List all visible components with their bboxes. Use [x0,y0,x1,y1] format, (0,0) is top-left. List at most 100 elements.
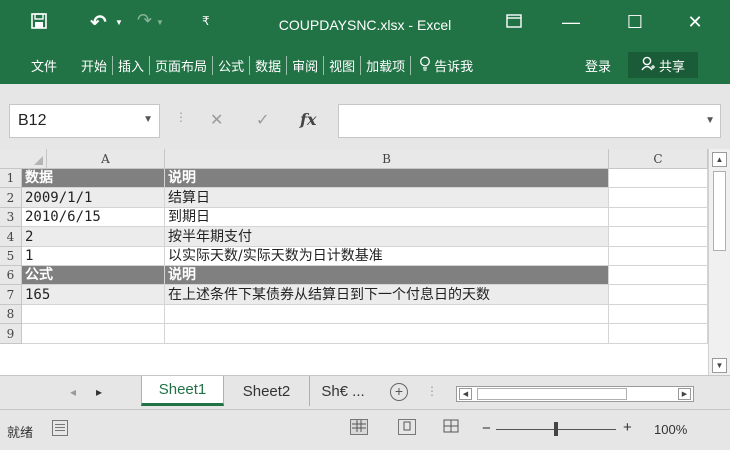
zoom-in-button[interactable]: + [623,419,632,436]
tell-me-box[interactable]: 告诉我 [419,56,473,75]
cell-a[interactable]: 165 [22,285,165,305]
tab-home[interactable]: 开始 [76,55,114,75]
cell-c[interactable] [609,305,708,324]
share-label: 共享 [658,58,685,74]
row-header[interactable]: 7 [0,285,22,305]
name-box-dropdown-icon[interactable]: ▼ [143,114,153,125]
normal-view-icon [352,420,366,432]
tab-add-ins[interactable]: 加载项 [361,55,412,75]
enter-button[interactable]: ✓ [256,110,269,130]
save-icon[interactable] [30,12,48,35]
formula-bar-dots-icon: ⋮ [175,110,187,124]
redo-dropdown-icon[interactable]: ▼ [156,18,164,27]
name-box[interactable]: B12 ▼ [9,104,160,138]
prev-sheet-icon[interactable]: ◂ [70,385,76,399]
row-header[interactable]: 8 [0,305,22,324]
scroll-down-icon[interactable]: ▼ [712,358,727,373]
login-link[interactable]: 登录 [585,56,611,75]
tell-me-label: 告诉我 [434,58,474,74]
tab-file[interactable]: 文件 [26,56,62,75]
cell-b[interactable]: 在上述条件下某债券从结算日到下一个付息日的天数 [165,285,609,305]
cell-a[interactable]: 2010/6/15 [22,208,165,227]
scroll-up-icon[interactable]: ▲ [712,152,727,167]
share-button[interactable]: 共享 [628,52,698,78]
cell-c[interactable] [609,208,708,227]
zoom-slider-thumb[interactable] [554,422,558,436]
cell-b[interactable] [165,324,609,344]
cell-a[interactable]: 公式 [22,266,165,285]
row-header[interactable]: 2 [0,188,22,208]
cell-b[interactable]: 按半年期支付 [165,227,609,247]
cell-a[interactable] [22,305,165,324]
cell-a[interactable]: 2 [22,227,165,247]
tab-split-handle-icon[interactable]: ⋮ [426,384,438,398]
tab-formulas[interactable]: 公式 [213,55,251,75]
ribbon-display-icon[interactable] [496,12,532,33]
cell-c[interactable] [609,324,708,344]
zoom-level[interactable]: 100% [654,422,687,437]
normal-view-button[interactable] [350,419,368,435]
cell-a[interactable] [22,324,165,344]
cell-c[interactable] [609,285,708,305]
sheet-tab-sheet2[interactable]: Sheet2 [224,376,310,406]
close-button[interactable]: ✕ [677,12,713,33]
zoom-out-button[interactable]: − [482,420,491,437]
tab-view[interactable]: 视图 [324,55,362,75]
column-header-c[interactable]: C [609,149,708,169]
cell-c[interactable] [609,188,708,208]
row-header[interactable]: 1 [0,169,22,188]
status-bar: 就绪 − + 100% [0,409,730,450]
page-layout-view-button[interactable] [398,419,416,435]
tab-review[interactable]: 审阅 [287,55,325,75]
expand-formula-icon[interactable]: ▼ [705,115,715,126]
vertical-scrollbar[interactable]: ▲ ▼ [708,149,730,375]
formula-input[interactable]: ▼ [338,104,721,138]
cell-b[interactable]: 说明 [165,169,609,188]
undo-dropdown-icon[interactable]: ▼ [115,18,123,27]
cell-c[interactable] [609,266,708,285]
tab-insert[interactable]: 插入 [113,55,151,75]
title-bar: ↶ ▼ ↷ ▼ ₹ COUPDAYSNC.xlsx - Excel — ☐ ✕ … [0,0,730,84]
cell-a[interactable]: 2009/1/1 [22,188,165,208]
cell-b[interactable]: 结算日 [165,188,609,208]
row-header[interactable]: 4 [0,227,22,247]
page-break-view-button[interactable] [442,419,460,435]
sheet-tab-more[interactable]: Sh€ ... [310,376,376,406]
column-header-a[interactable]: A [47,149,165,169]
add-sheet-button[interactable]: + [390,383,408,401]
sheet-tab-sheet1[interactable]: Sheet1 [141,376,224,406]
horizontal-scrollbar[interactable]: ◀ ▶ [456,386,694,402]
vertical-scroll-thumb[interactable] [713,171,726,251]
column-header-b[interactable]: B [165,149,609,169]
cell-a[interactable]: 数据 [22,169,165,188]
person-glyph [641,56,655,71]
row-header[interactable]: 9 [0,324,22,344]
horizontal-scroll-thumb[interactable] [477,388,627,400]
excel-window: ↶ ▼ ↷ ▼ ₹ COUPDAYSNC.xlsx - Excel — ☐ ✕ … [0,0,730,450]
redo-icon[interactable]: ↷ [137,10,152,31]
tab-data[interactable]: 数据 [250,55,288,75]
cell-b[interactable]: 以实际天数/实际天数为日计数基准 [165,247,609,266]
restore-button[interactable]: ☐ [617,12,653,33]
undo-icon[interactable]: ↶ [90,10,107,35]
minimize-button[interactable]: — [553,12,589,33]
cancel-button[interactable]: ✕ [210,110,223,130]
cell-c[interactable] [609,227,708,247]
row-header[interactable]: 5 [0,247,22,266]
cell-b[interactable]: 说明 [165,266,609,285]
row-header[interactable]: 3 [0,208,22,227]
next-sheet-icon[interactable]: ▸ [96,385,102,399]
cell-a[interactable]: 1 [22,247,165,266]
cell-b[interactable] [165,305,609,324]
select-all-corner[interactable] [0,149,47,169]
insert-function-button[interactable]: fx [300,110,316,129]
cell-b[interactable]: 到期日 [165,208,609,227]
scroll-left-icon[interactable]: ◀ [459,388,472,400]
spreadsheet-grid[interactable]: A B C 1 数据 说明 2 2009/1/1 结算日 3 2010/6/15 到期日 4 2 按半… [0,149,708,375]
cell-c[interactable] [609,169,708,188]
tab-page-layout[interactable]: 页面布局 [150,55,214,75]
cell-c[interactable] [609,247,708,266]
scroll-right-icon[interactable]: ▶ [678,388,691,400]
macro-recording-icon[interactable] [52,420,68,436]
row-header[interactable]: 6 [0,266,22,285]
